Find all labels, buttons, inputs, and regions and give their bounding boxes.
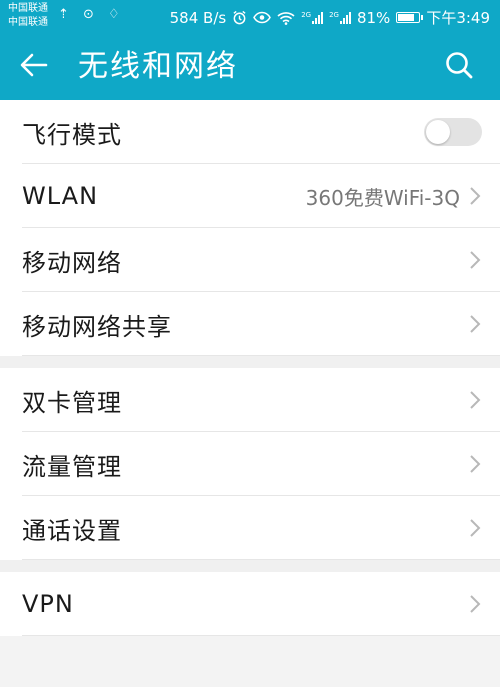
signal-1: 2G [301, 10, 324, 24]
chevron-right-icon [470, 315, 481, 333]
status-right: 584 B/s 2G 2G 81% 下午3:49 [170, 7, 490, 28]
row-airplane-mode[interactable]: 飞行模式 [0, 100, 500, 164]
row-mobile-network[interactable]: 移动网络 [0, 228, 500, 292]
wifi-icon [277, 11, 295, 25]
notification-icons: ⇡ ⊙ ♢ [58, 7, 125, 22]
eye-icon [253, 11, 272, 24]
status-bar: 中国联通 中国联通 ⇡ ⊙ ♢ 584 B/s 2G 2G 81% 下午3:49 [0, 0, 500, 34]
row-dual-sim[interactable]: 双卡管理 [0, 368, 500, 432]
alarm-icon [233, 10, 246, 25]
search-button[interactable] [444, 50, 478, 84]
chevron-right-icon [470, 391, 481, 409]
battery-fill [398, 14, 414, 21]
row-label: 移动网络 [22, 248, 122, 277]
battery-percent: 81% [356, 8, 391, 27]
row-label: 移动网络共享 [22, 312, 172, 341]
row-tethering[interactable]: 移动网络共享 [0, 292, 500, 356]
chevron-right-icon [470, 519, 481, 537]
row-vpn[interactable]: VPN [0, 572, 500, 636]
airplane-mode-toggle[interactable] [424, 118, 482, 146]
chevron-right-icon [470, 187, 481, 205]
wlan-current-network: 360免费WiFi-3Q [305, 185, 460, 210]
group-divider [0, 560, 500, 572]
row-call-settings[interactable]: 通话设置 [0, 496, 500, 560]
row-label: 通话设置 [22, 516, 122, 545]
settings-group-vpn: VPN [0, 572, 500, 636]
chevron-right-icon [470, 595, 481, 613]
signal-2: 2G [329, 10, 351, 24]
network-type-1: 2G [301, 10, 312, 19]
signal-bars-1 [312, 11, 324, 24]
row-data-usage[interactable]: 流量管理 [0, 432, 500, 496]
toggle-knob [426, 120, 450, 144]
back-button[interactable] [18, 49, 58, 85]
search-icon [446, 52, 473, 79]
arrow-left-icon [20, 53, 48, 77]
battery-icon [396, 12, 424, 23]
carrier-2: 中国联通 [8, 17, 48, 28]
chevron-right-icon [470, 251, 481, 269]
settings-group-network: 飞行模式 WLAN 360免费WiFi-3Q 移动网络 移动网络共享 [0, 100, 500, 356]
signal-bars-2 [339, 11, 351, 24]
net-speed: 584 B/s [169, 8, 227, 27]
clock: 下午3:49 [426, 9, 490, 27]
page-title: 无线和网络 [78, 49, 238, 84]
row-wlan[interactable]: WLAN 360免费WiFi-3Q [0, 164, 500, 228]
carrier-1: 中国联通 [8, 3, 48, 14]
row-label: 飞行模式 [22, 120, 122, 149]
network-type-2: 2G [329, 10, 339, 19]
row-label: 流量管理 [22, 452, 122, 481]
settings-group-sim: 双卡管理 流量管理 通话设置 [0, 368, 500, 560]
app-bar: 无线和网络 [0, 34, 500, 100]
row-label: VPN [22, 590, 74, 618]
chevron-right-icon [470, 455, 481, 473]
row-label: WLAN [22, 182, 99, 210]
row-label: 双卡管理 [22, 388, 122, 417]
notification-icons-text: ⇡ ⊙ ♢ [58, 7, 125, 22]
carrier-labels: 中国联通 中国联通 [8, 2, 48, 30]
group-divider [0, 356, 500, 368]
settings-list: 飞行模式 WLAN 360免费WiFi-3Q 移动网络 移动网络共享 双卡管理 … [0, 100, 500, 636]
